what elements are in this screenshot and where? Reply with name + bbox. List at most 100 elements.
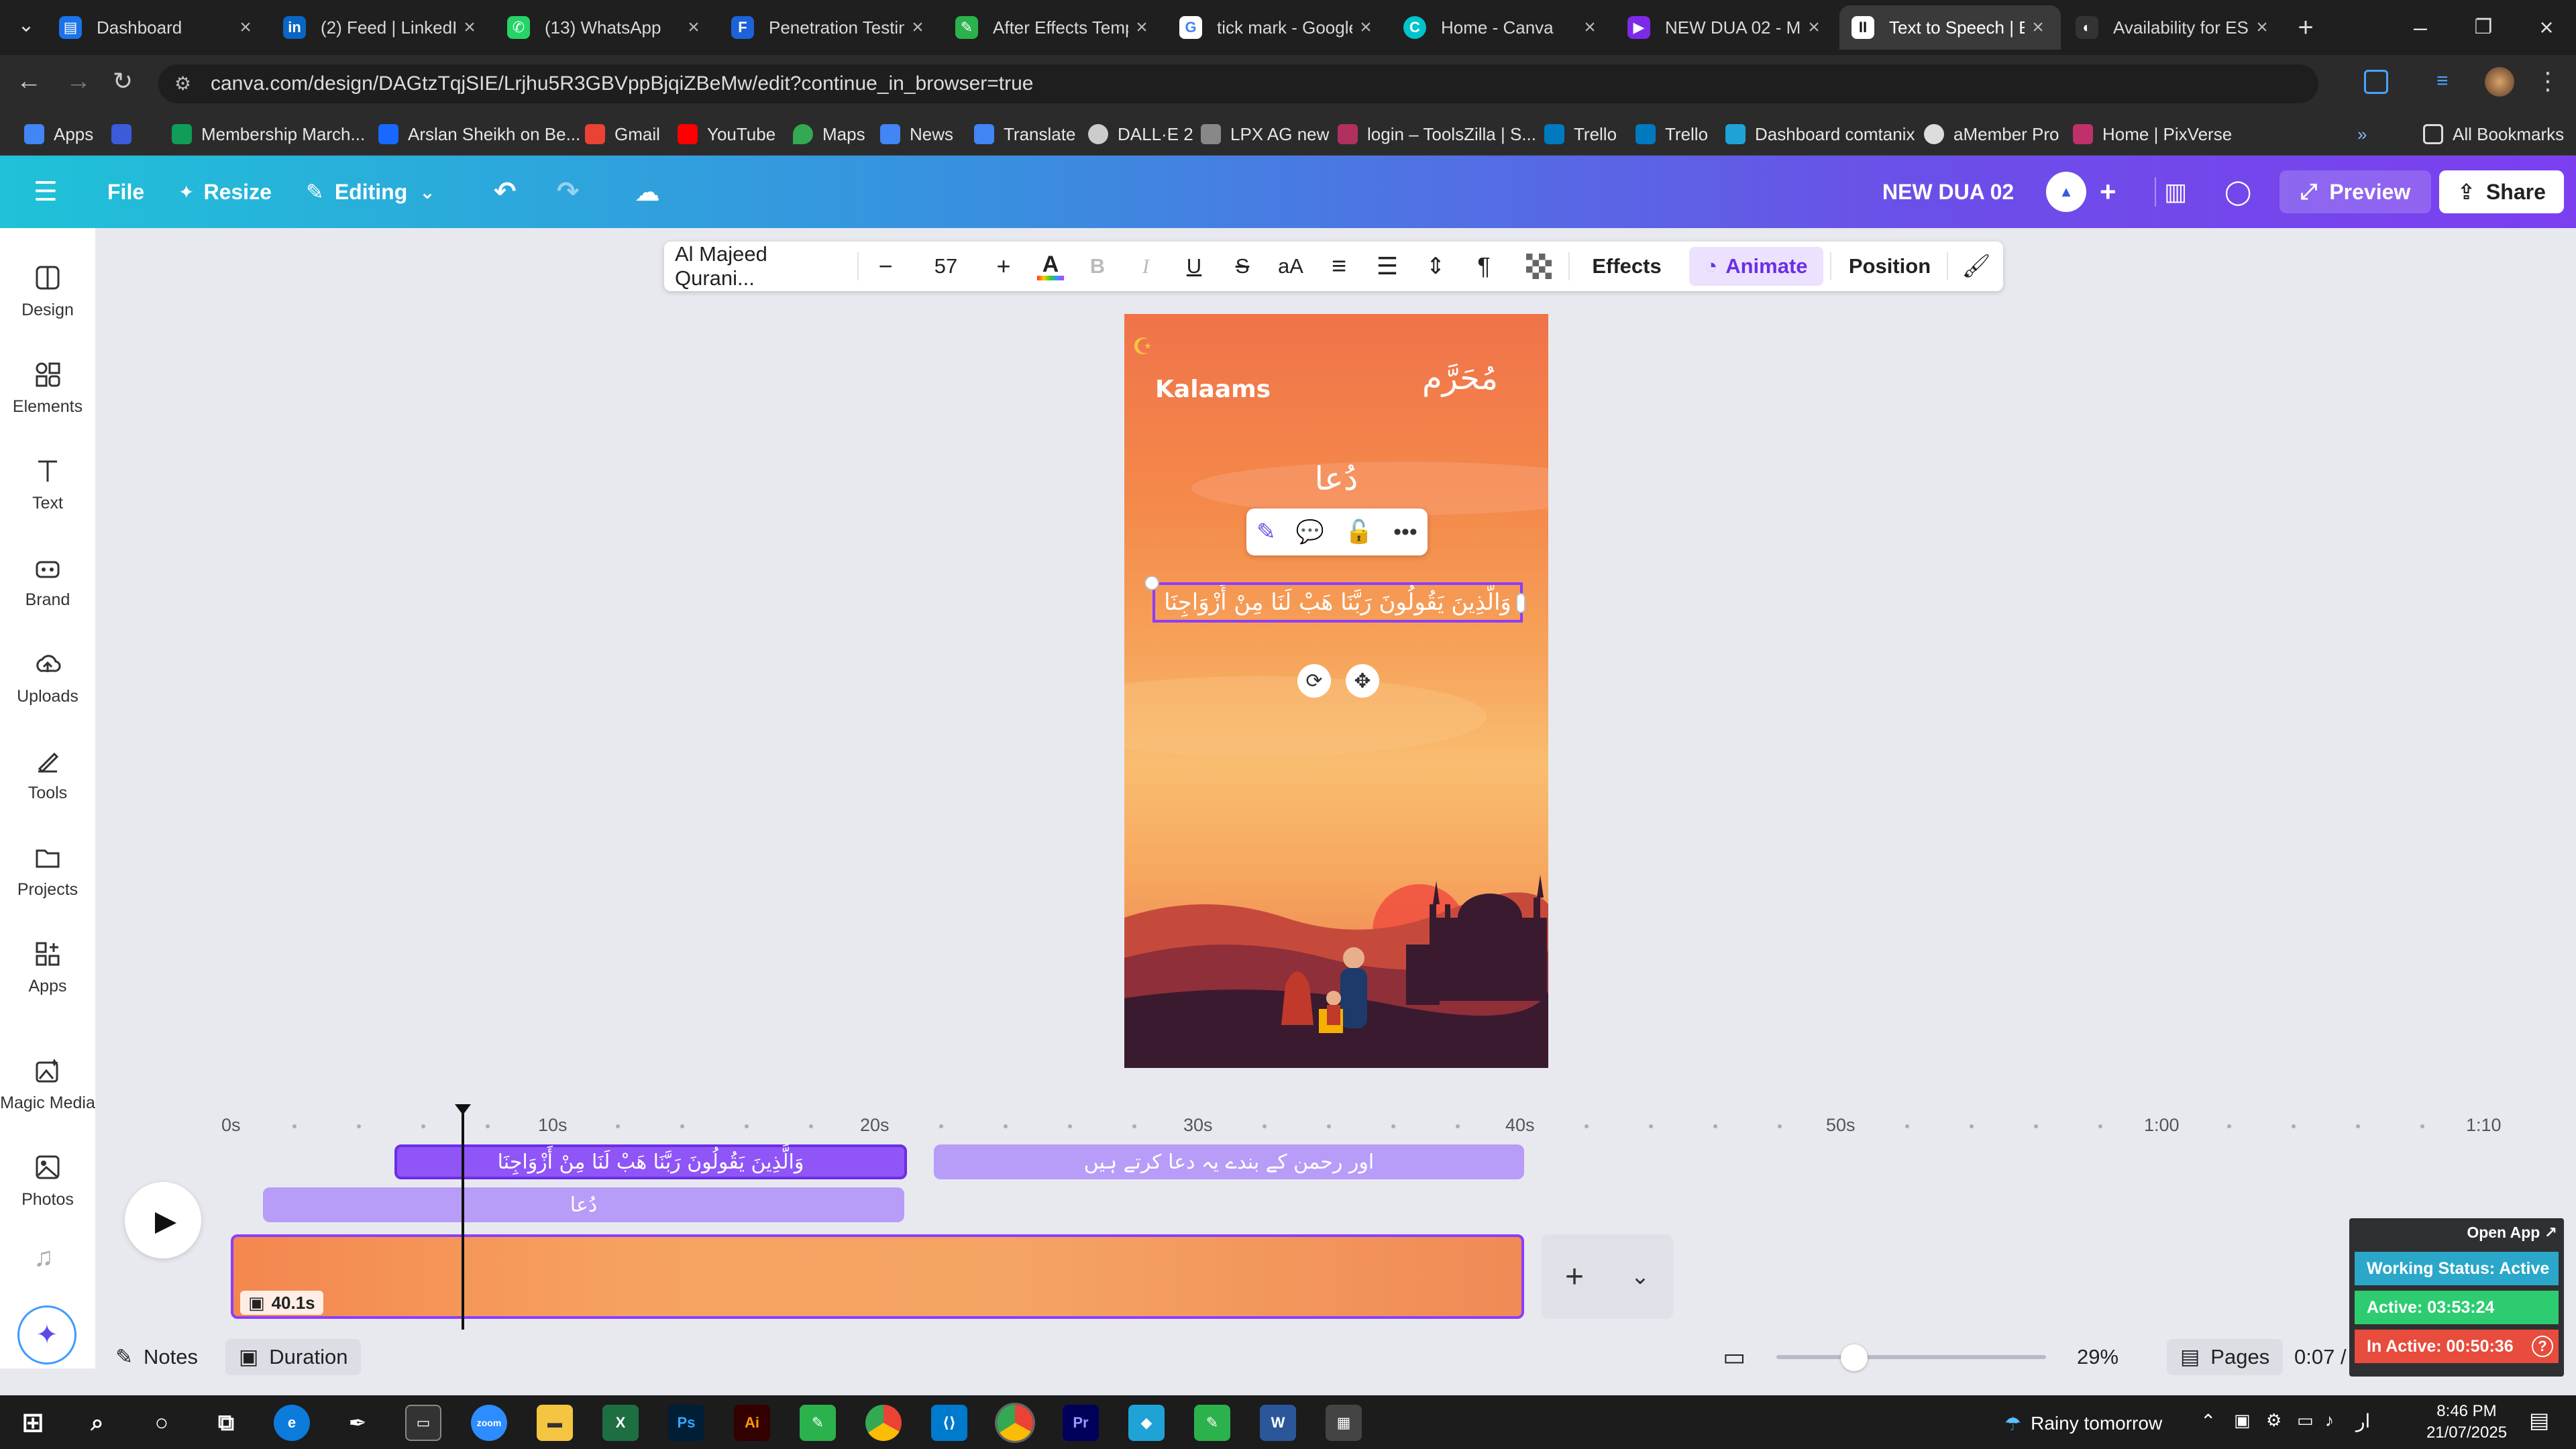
muharram-title[interactable]: مُحَرَّم bbox=[1422, 360, 1498, 397]
tab-google-search[interactable]: G tick mark - Google × bbox=[1167, 5, 1389, 50]
clock[interactable]: 8:46 PM 21/07/2025 bbox=[2416, 1401, 2517, 1444]
bookmark-news[interactable]: News bbox=[880, 121, 953, 148]
reading-list-icon[interactable] bbox=[111, 121, 141, 148]
windows-start-icon[interactable]: ⊞ bbox=[15, 1405, 51, 1441]
premiere-icon[interactable]: Pr bbox=[1063, 1405, 1099, 1441]
increase-font-size-button[interactable]: + bbox=[983, 241, 1024, 291]
bookmark-apps[interactable]: Apps bbox=[24, 121, 93, 148]
redo-icon[interactable]: ↷ bbox=[557, 170, 580, 213]
animate-button[interactable]: ◔ Animate bbox=[1689, 247, 1823, 286]
volume-icon[interactable]: ♪ bbox=[2325, 1410, 2334, 1431]
selection-handle[interactable] bbox=[1144, 576, 1159, 590]
kalaams-logo[interactable]: Kalaams bbox=[1155, 376, 1271, 403]
back-icon[interactable]: ← bbox=[16, 67, 42, 96]
zoom-icon[interactable]: zoom bbox=[471, 1405, 507, 1441]
move-icon[interactable]: ✥ bbox=[1346, 664, 1379, 698]
sidebar-item-apps[interactable]: Apps bbox=[0, 924, 95, 1012]
reload-icon[interactable]: ↻ bbox=[113, 67, 133, 95]
pen-tool-icon[interactable]: ✒ bbox=[339, 1405, 376, 1441]
add-comment-icon[interactable]: 💬 bbox=[1296, 519, 1324, 545]
design-canvas[interactable]: ☪ · · · · · · · Kalaams مُحَرَّم دُعا ✎ … bbox=[1124, 314, 1548, 1068]
forward-icon[interactable]: → bbox=[66, 67, 91, 96]
playhead[interactable] bbox=[462, 1108, 464, 1330]
dua-heading[interactable]: دُعا bbox=[1124, 460, 1548, 498]
green-app-icon[interactable]: ✎ bbox=[800, 1405, 836, 1441]
zoom-slider[interactable] bbox=[1776, 1355, 2046, 1359]
close-tab-icon[interactable]: × bbox=[1128, 16, 1155, 39]
weather-widget[interactable]: ☂ Rainy tomorrow bbox=[2004, 1409, 2162, 1438]
decrease-font-size-button[interactable]: − bbox=[865, 241, 906, 291]
text-direction-icon[interactable]: ¶ bbox=[1462, 241, 1505, 291]
bookmark-toolszilla[interactable]: login – ToolsZilla | S... bbox=[1338, 121, 1536, 148]
sidebar-item-tools[interactable]: Tools bbox=[0, 731, 95, 818]
team-avatar[interactable]: ▲ bbox=[2046, 172, 2086, 212]
tab-linkedin[interactable]: in (2) Feed | LinkedIn × bbox=[271, 5, 492, 50]
comments-icon[interactable]: ◯ bbox=[2224, 170, 2251, 213]
bookmark-translate[interactable]: Translate bbox=[974, 121, 1075, 148]
bookmark-membership[interactable]: Membership March... bbox=[172, 121, 365, 148]
preview-button[interactable]: ⤢ Preview bbox=[2279, 170, 2431, 213]
word-icon[interactable]: W bbox=[1260, 1405, 1296, 1441]
chevron-down-icon[interactable]: ⌄ bbox=[1607, 1263, 1673, 1290]
photoshop-icon[interactable]: Ps bbox=[668, 1405, 704, 1441]
tab-penetration-testing[interactable]: F Penetration Testing × bbox=[719, 5, 941, 50]
tab-dashboard[interactable]: ▤ Dashboard × bbox=[47, 5, 268, 50]
minimize-window-icon[interactable]: – bbox=[2399, 9, 2442, 46]
text-clip-arabic[interactable]: وَالَّذِينَ يَقُولُونَ رَبَّنَا هَبْ لَن… bbox=[394, 1144, 907, 1179]
bookmark-maps[interactable]: Maps bbox=[793, 121, 865, 148]
editing-mode-button[interactable]: ✎ Editing ⌄ bbox=[306, 170, 435, 213]
all-bookmarks-folder[interactable]: All Bookmarks bbox=[2423, 121, 2564, 148]
underline-icon[interactable]: U bbox=[1173, 241, 1216, 291]
resize-button[interactable]: ✦ Resize bbox=[178, 170, 272, 213]
audio-icon[interactable]: ♫ bbox=[34, 1242, 54, 1273]
text-color-button[interactable]: A bbox=[1029, 241, 1072, 291]
bookmark-comtanix[interactable]: Dashboard comtanix bbox=[1725, 121, 1915, 148]
zoom-level[interactable]: 29% bbox=[2077, 1339, 2118, 1375]
close-tab-icon[interactable]: × bbox=[2249, 16, 2275, 39]
italic-icon[interactable]: I bbox=[1124, 241, 1167, 291]
close-tab-icon[interactable]: × bbox=[904, 16, 931, 39]
terminal-icon[interactable]: ▭ bbox=[405, 1405, 441, 1441]
notes-button[interactable]: ✎ Notes bbox=[115, 1339, 198, 1375]
tray-app-2-icon[interactable]: ⚙ bbox=[2266, 1410, 2282, 1431]
pages-button[interactable]: ▤ Pages bbox=[2167, 1339, 2284, 1375]
bookmark-gmail[interactable]: Gmail bbox=[585, 121, 660, 148]
spacing-icon[interactable]: ⇕ bbox=[1414, 241, 1457, 291]
list-icon[interactable]: ☰ bbox=[1366, 241, 1409, 291]
new-tab-icon[interactable]: + bbox=[2288, 9, 2324, 46]
site-info-icon[interactable]: ⚙ bbox=[174, 72, 191, 95]
letter-case-icon[interactable]: aA bbox=[1269, 241, 1312, 291]
strikethrough-icon[interactable]: S bbox=[1221, 241, 1264, 291]
sidebar-item-elements[interactable]: Elements bbox=[0, 345, 95, 432]
vscode-icon[interactable]: ⟨⟩ bbox=[931, 1405, 967, 1441]
more-options-icon[interactable]: ••• bbox=[1393, 519, 1417, 545]
sidebar-item-projects[interactable]: Projects bbox=[0, 828, 95, 915]
tab-availability[interactable]: ◐ Availability for ES × bbox=[2063, 5, 2285, 50]
calculator-icon[interactable]: ▦ bbox=[1326, 1405, 1362, 1441]
close-tab-icon[interactable]: × bbox=[1801, 16, 1827, 39]
insights-icon[interactable]: ▥ bbox=[2164, 170, 2187, 213]
bookmark-trello-2[interactable]: Trello bbox=[1635, 121, 1708, 148]
main-menu-icon[interactable]: ☰ bbox=[34, 170, 58, 213]
bold-icon[interactable]: B bbox=[1076, 241, 1119, 291]
effects-button[interactable]: Effects bbox=[1578, 241, 1676, 291]
font-family-select[interactable]: Al Majeed Qurani... bbox=[671, 241, 851, 291]
tab-new-dua[interactable]: ▶ NEW DUA 02 - M × bbox=[1615, 5, 1837, 50]
add-collaborator-icon[interactable]: + bbox=[2100, 170, 2116, 213]
extensions-icon[interactable] bbox=[2364, 70, 2388, 94]
close-tab-icon[interactable]: × bbox=[456, 16, 483, 39]
notifications-icon[interactable]: ▤ bbox=[2529, 1407, 2549, 1433]
url-input[interactable]: ⚙ canva.com/design/DAGtzTqjSIE/Lrjhu5R3G… bbox=[158, 64, 2318, 103]
align-center-icon[interactable]: ≡ bbox=[1318, 241, 1360, 291]
file-menu-button[interactable]: File bbox=[107, 170, 144, 213]
blue-app-icon[interactable]: ◆ bbox=[1128, 1405, 1165, 1441]
edge-icon[interactable]: e bbox=[274, 1405, 310, 1441]
sidebar-item-photos[interactable]: Photos bbox=[0, 1138, 95, 1225]
file-explorer-icon[interactable]: ▬ bbox=[537, 1405, 573, 1441]
video-clip-track[interactable]: ▣ 40.1s bbox=[231, 1234, 1524, 1319]
selected-arabic-text[interactable]: وَالَّذِينَ يَقُولُونَ رَبَّنَا هَبْ لَن… bbox=[1152, 582, 1523, 623]
bookmark-amember[interactable]: aMember Pro bbox=[1924, 121, 2059, 148]
tab-canva-home[interactable]: C Home - Canva × bbox=[1391, 5, 1613, 50]
sidebar-item-design[interactable]: Design bbox=[0, 248, 95, 335]
excel-icon[interactable]: X bbox=[602, 1405, 639, 1441]
